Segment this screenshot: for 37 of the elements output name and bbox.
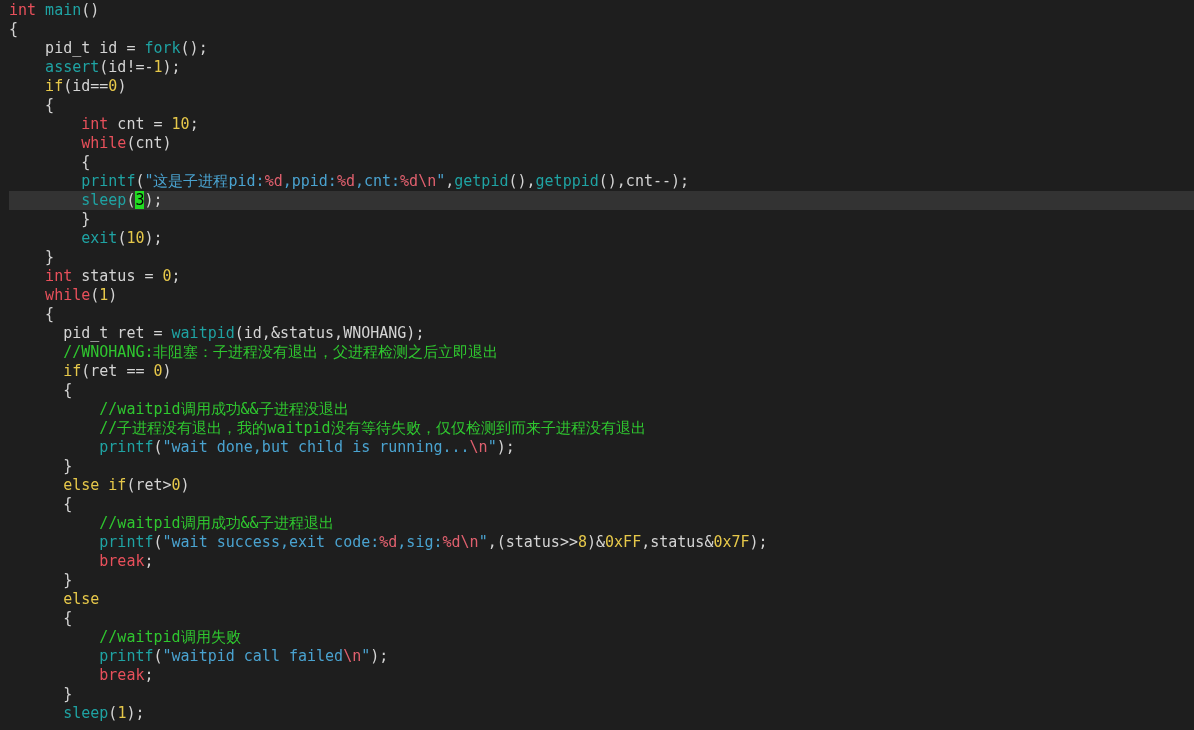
code-line: { <box>62 381 74 400</box>
code-line: { <box>62 495 74 514</box>
code-line: while(1) <box>44 286 119 305</box>
code-line: } <box>80 210 92 229</box>
code-line: //waitpid调用失败 <box>98 628 242 647</box>
code-line: pid_t ret = waitpid(id,&status,WNOHANG); <box>62 324 426 343</box>
code-line: { <box>44 305 56 324</box>
code-line: printf("这是子进程pid:%d,ppid:%d,cnt:%d\n",getpid(),getppid(),cnt--); <box>80 172 691 191</box>
code-line: exit(10); <box>80 229 164 248</box>
code-line: if(ret == 0) <box>62 362 173 381</box>
code-line: { <box>80 153 92 172</box>
code-line: pid_t id = fork(); <box>44 39 209 58</box>
code-line: printf("wait done,but child is running...\n"); <box>98 438 516 457</box>
code-line: assert(id!=-1); <box>44 58 182 77</box>
code-line: int status = 0; <box>44 267 182 286</box>
code-line: printf("waitpid call failed\n"); <box>98 647 390 666</box>
code-line: sleep(1); <box>62 704 146 723</box>
code-line: } <box>44 248 56 267</box>
code-line: } <box>62 685 74 704</box>
code-line: else <box>62 590 101 609</box>
code-line: //子进程没有退出，我的waitpid没有等待失败，仅仅检测到而来子进程没有退出 <box>98 419 647 438</box>
code-line: { <box>44 96 56 115</box>
code-line: else if(ret>0) <box>62 476 191 495</box>
code-line: int cnt = 10; <box>80 115 200 134</box>
code-line: { <box>62 609 74 628</box>
code-line: } <box>62 571 74 590</box>
code-line: //WNOHANG:非阻塞：子进程没有退出，父进程检测之后立即退出 <box>62 343 500 362</box>
code-line: //waitpid调用成功&&子进程没退出 <box>98 400 350 419</box>
code-line: int main() <box>9 1 101 20</box>
code-line: while(cnt) <box>80 134 173 153</box>
code-line: if(id==0) <box>44 77 128 96</box>
code-line: break; <box>98 552 155 571</box>
code-line: } <box>62 457 74 476</box>
code-line: printf("wait success,exit code:%d,sig:%d\n",(status>>8)&0xFF,status&0x7F); <box>98 533 769 552</box>
code-line: //waitpid调用成功&&子进程退出 <box>98 514 335 533</box>
code-line: break; <box>98 666 155 685</box>
code-line: { <box>9 20 20 39</box>
